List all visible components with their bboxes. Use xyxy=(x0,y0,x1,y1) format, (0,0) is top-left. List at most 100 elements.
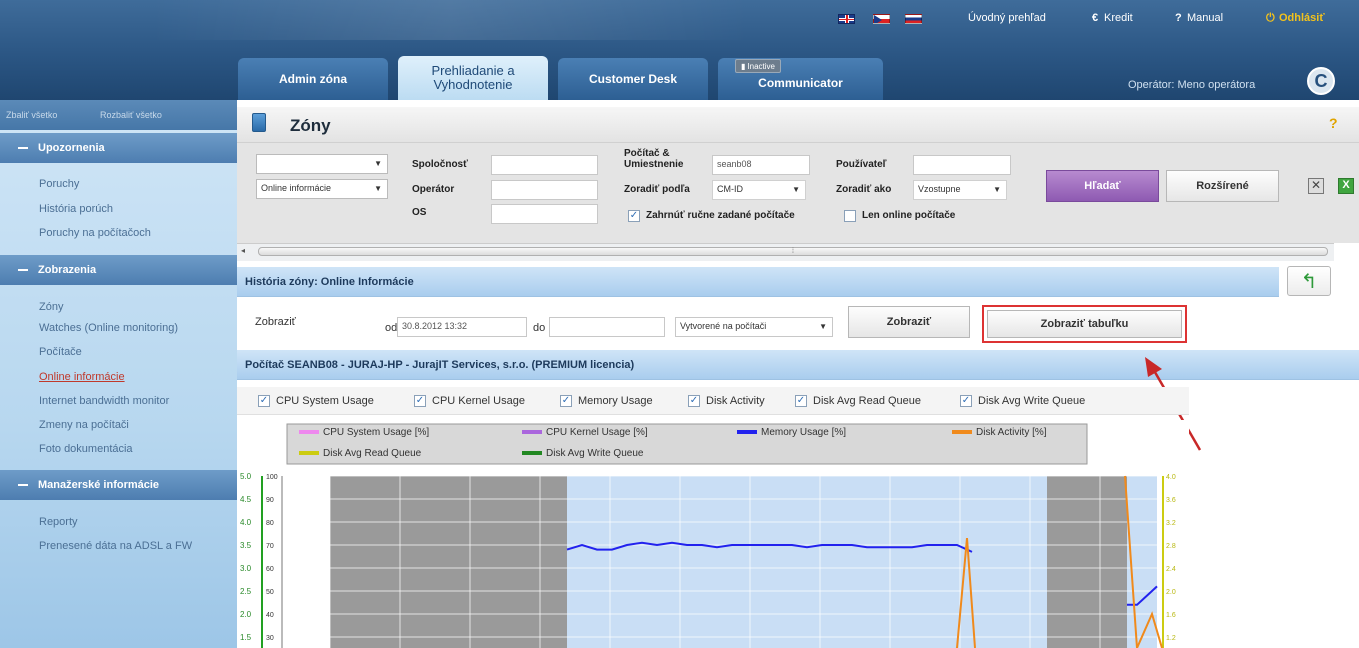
y-left-outer-tick: 4.0 xyxy=(240,518,252,527)
pouzivatel-input[interactable] xyxy=(913,155,1011,175)
cpu-kernel-label: CPU Kernel Usage xyxy=(432,395,525,407)
to-date-input[interactable] xyxy=(549,317,665,337)
y-left-outer-tick: 2.0 xyxy=(240,610,252,619)
tab-label: Communicator xyxy=(758,76,843,90)
scroll-thumb[interactable]: ⁞ xyxy=(258,247,1328,256)
flag-cz-icon[interactable] xyxy=(873,14,890,24)
search-button[interactable]: Hľadať xyxy=(1046,170,1159,202)
y-left-outer-tick: 5.0 xyxy=(240,472,252,481)
operator-filter-label: Operátor xyxy=(412,184,455,195)
manual-link[interactable]: Manual xyxy=(1187,12,1223,24)
y-left-inner-tick: 90 xyxy=(266,497,274,504)
flag-sk-icon[interactable] xyxy=(905,14,922,24)
overview-link[interactable]: Úvodný prehľad xyxy=(968,12,1046,24)
disk-activity-checkbox[interactable]: ✓ xyxy=(688,395,700,407)
chevron-down-icon: ▼ xyxy=(374,184,382,193)
pocitac-input[interactable]: seanb08 xyxy=(712,155,810,175)
power-icon: ⏻ xyxy=(1266,12,1275,24)
legend-label: CPU Kernel Usage [%] xyxy=(546,427,648,438)
created-select[interactable]: Vytvorené na počítači ▼ xyxy=(675,317,833,337)
from-label: od xyxy=(385,322,398,334)
chevron-down-icon: ▼ xyxy=(993,185,1001,194)
history-bar: História zóny: Online Informácie xyxy=(237,267,1279,297)
disk-read-label: Disk Avg Read Queue xyxy=(813,395,922,407)
header-shine xyxy=(150,0,750,40)
highlight-box xyxy=(982,305,1187,343)
sidebar-item-internet-bandwidth[interactable]: Internet bandwidth monitor xyxy=(39,395,169,407)
zoradit-ako-select[interactable]: Vzostupne ▼ xyxy=(913,180,1007,200)
y-right-tick: 2.0 xyxy=(1166,589,1176,596)
expand-all-link[interactable]: Rozbaliť všetko xyxy=(100,110,162,120)
sidebar-item-watches[interactable]: Watches (Online monitoring) xyxy=(39,322,178,334)
tab-admin-zone[interactable]: Admin zóna xyxy=(238,58,388,100)
plot-gray-left xyxy=(330,476,567,648)
sidebar-item-poruchy[interactable]: Poruchy xyxy=(39,178,79,190)
legend-label: CPU System Usage [%] xyxy=(323,427,429,438)
tab-label: Admin zóna xyxy=(279,72,347,86)
sidebar-item-pocitace[interactable]: Počítače xyxy=(39,346,82,358)
collapse-all-link[interactable]: Zbaliť všetko xyxy=(6,110,57,120)
to-label: do xyxy=(533,322,546,334)
sidebar-item-reporty[interactable]: Reporty xyxy=(39,516,78,528)
cpu-system-label: CPU System Usage xyxy=(276,395,374,407)
tab-customer-desk[interactable]: Customer Desk xyxy=(558,58,708,100)
online-only-checkbox[interactable] xyxy=(844,210,856,222)
sidebar-item-online-informacie[interactable]: Online informácie xyxy=(39,371,125,383)
y-left-outer-tick: 1.5 xyxy=(240,633,252,642)
sidebar-item-historia-poruch[interactable]: História porúch xyxy=(39,203,113,215)
excel-export-icon[interactable]: X xyxy=(1338,178,1354,194)
y-left-inner-tick: 80 xyxy=(266,520,274,527)
y-left-outer-tick: 2.5 xyxy=(240,587,252,596)
y-left-inner-tick: 70 xyxy=(266,543,274,550)
pouzivatel-label: Používateľ xyxy=(836,159,887,170)
sidebar-item-prenesene-data[interactable]: Prenesené dáta na ADSL a FW xyxy=(39,540,192,552)
cpu-kernel-checkbox[interactable]: ✓ xyxy=(414,395,426,407)
memory-usage-checkbox[interactable]: ✓ xyxy=(560,395,572,407)
legend-swatch xyxy=(522,451,542,455)
sidebar-item-zony[interactable]: Zóny xyxy=(39,301,63,313)
logout-link[interactable]: Odhlásiť xyxy=(1279,12,1325,24)
sidebar-section-manazerske[interactable]: Manažerské informácie xyxy=(0,470,237,500)
collapse-icon xyxy=(18,484,28,486)
collapse-icon xyxy=(18,269,28,271)
scroll-left-arrow-icon[interactable]: ◂ xyxy=(241,246,245,255)
back-arrow-icon[interactable]: ↰ xyxy=(1287,266,1331,296)
sidebar-item-foto-dokumentacia[interactable]: Foto dokumentácia xyxy=(39,443,133,455)
cpu-system-checkbox[interactable]: ✓ xyxy=(258,395,270,407)
online-only-label: Len online počítače xyxy=(862,210,956,221)
filter-select-1[interactable]: ▼ xyxy=(256,154,388,174)
sidebar-section-zobrazenia[interactable]: Zobrazenia xyxy=(0,255,237,285)
legend-swatch xyxy=(299,430,319,434)
person-icon: ▮ xyxy=(741,61,746,71)
spolocnost-input[interactable] xyxy=(491,155,598,175)
sidebar-section-upozornenia[interactable]: Upozornenia xyxy=(0,133,237,163)
legend-swatch xyxy=(522,430,542,434)
help-icon[interactable]: ? xyxy=(1329,115,1338,131)
show-button[interactable]: Zobraziť xyxy=(848,306,970,338)
zoradit-podla-select[interactable]: CM-ID ▼ xyxy=(712,180,806,200)
y-left-inner-tick: 40 xyxy=(266,612,274,619)
advanced-button[interactable]: Rozšírené xyxy=(1166,170,1279,202)
euro-icon: € xyxy=(1092,12,1099,24)
y-right-tick: 1.2 xyxy=(1166,635,1176,642)
os-input[interactable] xyxy=(491,204,598,224)
y-left-outer-tick: 4.5 xyxy=(240,495,252,504)
operator-input[interactable] xyxy=(491,180,598,200)
page-title: Zóny xyxy=(290,116,331,135)
disk-write-checkbox[interactable]: ✓ xyxy=(960,395,972,407)
legend-label: Disk Activity [%] xyxy=(976,427,1047,438)
close-panel-icon[interactable]: ✕ xyxy=(1308,178,1324,194)
sidebar-item-poruchy-na-pocitacoch[interactable]: Poruchy na počítačoch xyxy=(39,227,151,239)
flag-uk-icon[interactable] xyxy=(838,14,855,24)
disk-activity-label: Disk Activity xyxy=(706,395,765,407)
include-manual-checkbox[interactable]: ✓ xyxy=(628,210,640,222)
credit-link[interactable]: Kredit xyxy=(1104,12,1133,24)
y-left-outer-tick: 3.5 xyxy=(240,541,252,550)
tab-browse-evaluate[interactable]: Prehliadanie a Vyhodnotenie xyxy=(398,56,548,100)
y-right-tick: 3.2 xyxy=(1166,520,1176,527)
sidebar-item-zmeny-na-pocitaci[interactable]: Zmeny na počítači xyxy=(39,419,129,431)
disk-read-checkbox[interactable]: ✓ xyxy=(795,395,807,407)
logo-c-icon: C xyxy=(1307,67,1335,95)
filter-select-2[interactable]: Online informácie ▼ xyxy=(256,179,388,199)
from-date-input[interactable]: 30.8.2012 13:32 xyxy=(397,317,527,337)
